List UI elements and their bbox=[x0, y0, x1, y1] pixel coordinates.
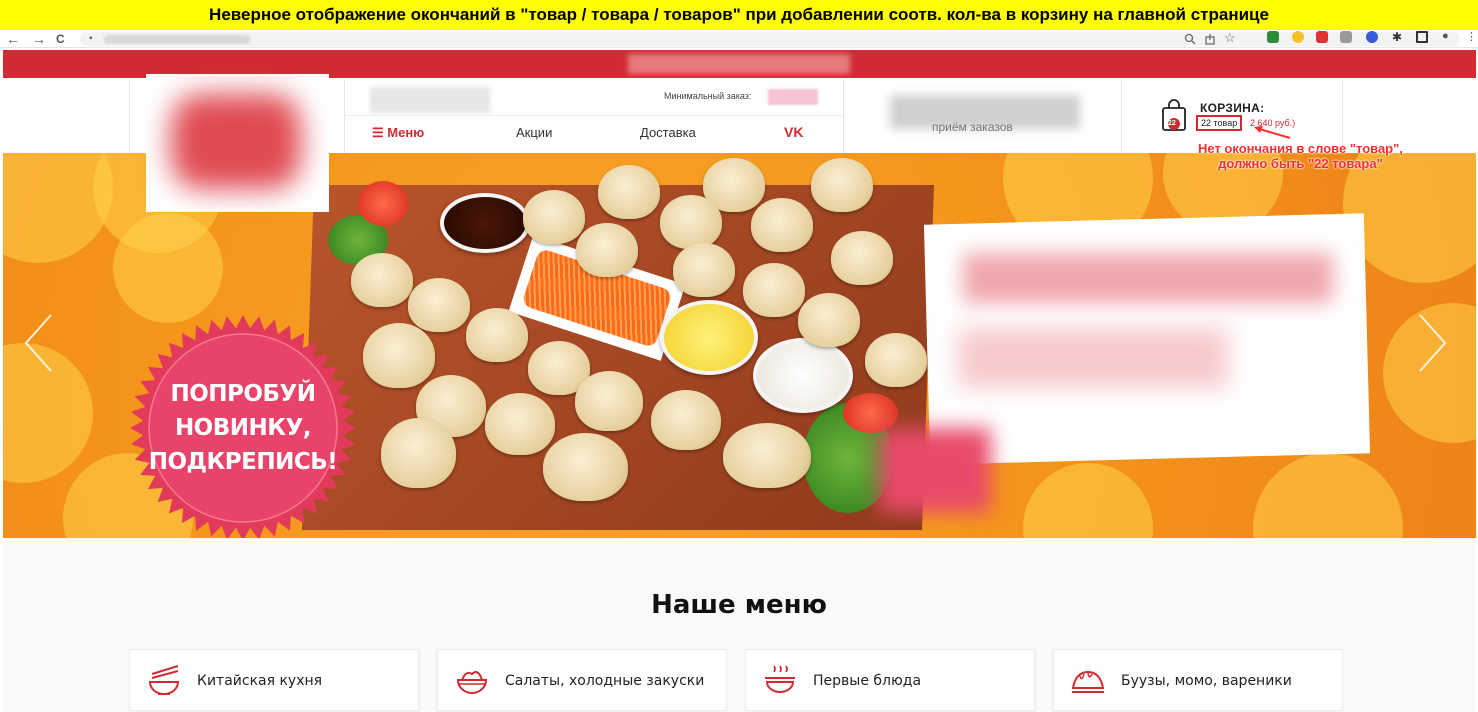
bokeh bbox=[1253, 453, 1403, 538]
nav-menu-link[interactable]: ☰ Меню bbox=[372, 125, 424, 141]
dumpling bbox=[831, 231, 893, 285]
noodles-icon bbox=[148, 665, 180, 695]
dumpling bbox=[485, 393, 555, 455]
cart-title[interactable]: КОРЗИНА: bbox=[1200, 101, 1264, 115]
category-label: Буузы, момо, вареники bbox=[1121, 673, 1292, 689]
bokeh bbox=[1023, 463, 1153, 538]
bokeh bbox=[113, 213, 223, 323]
dumpling bbox=[351, 253, 413, 307]
profile-icon[interactable]: ● bbox=[1442, 30, 1449, 42]
share-icon[interactable] bbox=[1204, 33, 1216, 45]
blurred-top-text bbox=[628, 54, 850, 74]
dumpling bbox=[381, 418, 456, 488]
lock-icon: ▪ bbox=[89, 33, 93, 44]
category-card-chinese[interactable]: Китайская кухня bbox=[129, 649, 419, 711]
annotation-line: должно быть "22 товара" bbox=[1218, 156, 1383, 171]
reload-icon[interactable]: C bbox=[56, 30, 65, 48]
vk-icon[interactable]: VK bbox=[784, 124, 803, 140]
forward-icon[interactable]: → bbox=[32, 30, 46, 48]
salad-bowl-icon bbox=[456, 671, 488, 694]
slider-prev-icon[interactable] bbox=[23, 313, 53, 373]
back-icon[interactable]: ← bbox=[6, 30, 20, 48]
dumpling bbox=[523, 190, 585, 244]
blurred-promo-button[interactable] bbox=[879, 428, 991, 513]
address-bar[interactable]: ▪ ☆ bbox=[80, 30, 1460, 46]
blurred-min-order-value bbox=[768, 89, 818, 105]
browser-toolbar: ← → C ▪ ☆ ✱ ● ⋮ bbox=[0, 30, 1478, 48]
mustard-bowl bbox=[660, 300, 758, 375]
blurred-promo-title bbox=[963, 253, 1333, 303]
promo-line: ПОПРОБУЙ bbox=[170, 381, 316, 407]
dumpling bbox=[865, 333, 927, 387]
bug-annotation: Нет окончания в слове "товар", должно бы… bbox=[1198, 141, 1403, 171]
dumpling bbox=[651, 390, 721, 450]
divider bbox=[843, 80, 844, 153]
annotation-arrow-icon bbox=[1254, 126, 1291, 139]
site-logo[interactable] bbox=[146, 74, 329, 212]
divider bbox=[344, 80, 345, 153]
category-label: Китайская кухня bbox=[197, 673, 323, 689]
dumpling bbox=[543, 433, 628, 501]
extension-icon[interactable] bbox=[1316, 31, 1328, 43]
extensions-puzzle-icon[interactable]: ✱ bbox=[1392, 30, 1402, 44]
dumpling bbox=[598, 165, 660, 219]
extension-icon[interactable] bbox=[1292, 31, 1304, 43]
min-order-label: Минимальный заказ: bbox=[664, 91, 752, 101]
dumpling bbox=[751, 198, 813, 252]
screenshot-frame: Неверное отображение окончаний в "товар … bbox=[0, 0, 1478, 712]
blurred-phone bbox=[370, 87, 490, 113]
soup-bowl-icon bbox=[765, 665, 795, 693]
promo-line: ПОДКРЕПИСЬ! bbox=[148, 449, 338, 475]
extension-icon[interactable] bbox=[1366, 31, 1378, 43]
kebab-menu-icon[interactable]: ⋮ bbox=[1466, 30, 1477, 43]
category-card-soups[interactable]: Первые блюда bbox=[745, 649, 1035, 711]
zoom-icon[interactable] bbox=[1184, 33, 1196, 45]
dumpling bbox=[673, 243, 735, 297]
dumpling bbox=[575, 371, 643, 431]
bookmark-star-icon[interactable]: ☆ bbox=[1224, 30, 1236, 46]
blurred-promo-text bbox=[958, 328, 1228, 388]
side-panel-icon[interactable] bbox=[1416, 31, 1428, 43]
dumpling bbox=[723, 423, 811, 488]
dumpling bbox=[363, 323, 435, 388]
blurred-logo bbox=[171, 94, 301, 189]
promo-badge-text: ПОПРОБУЙ НОВИНКУ, ПОДКРЕПИСЬ! bbox=[128, 313, 358, 538]
category-card-salads[interactable]: Салаты, холодные закуски bbox=[437, 649, 727, 711]
extension-evernote-icon[interactable] bbox=[1267, 31, 1279, 43]
dumpling bbox=[798, 293, 860, 347]
dumpling-icon bbox=[1071, 670, 1105, 693]
menu-section-title: Наше меню bbox=[651, 590, 827, 620]
tomato-rose bbox=[358, 181, 408, 226]
cream-sauce-bowl bbox=[753, 338, 853, 413]
bug-caption: Неверное отображение окончаний в "товар … bbox=[0, 0, 1478, 30]
divider bbox=[345, 115, 843, 116]
divider bbox=[1121, 80, 1122, 153]
cart-count-highlighted[interactable]: 22 товар bbox=[1196, 115, 1243, 131]
slider-next-icon[interactable] bbox=[1418, 313, 1448, 373]
blurred-url bbox=[104, 35, 250, 44]
tomato-rose bbox=[843, 393, 898, 433]
dumpling bbox=[466, 308, 528, 362]
category-label: Салаты, холодные закуски bbox=[505, 673, 705, 689]
dumpling bbox=[743, 263, 805, 317]
nav-delivery-link[interactable]: Доставка bbox=[640, 125, 696, 140]
extension-icon[interactable] bbox=[1340, 31, 1352, 43]
cart-badge: 22 bbox=[1168, 120, 1176, 127]
dumpling bbox=[408, 278, 470, 332]
category-card-dumplings[interactable]: Буузы, момо, вареники bbox=[1053, 649, 1343, 711]
dumpling bbox=[576, 223, 638, 277]
nav-promos-link[interactable]: Акции bbox=[516, 125, 552, 140]
promo-line: НОВИНКУ, bbox=[174, 415, 312, 441]
annotation-line: Нет окончания в слове "товар", bbox=[1198, 141, 1403, 156]
divider bbox=[129, 80, 130, 153]
dumpling bbox=[660, 195, 722, 249]
category-label: Первые блюда bbox=[813, 673, 922, 689]
sauce-bowl bbox=[440, 193, 530, 253]
dumpling bbox=[811, 158, 873, 212]
order-hours-text: приём заказов bbox=[932, 120, 1013, 134]
